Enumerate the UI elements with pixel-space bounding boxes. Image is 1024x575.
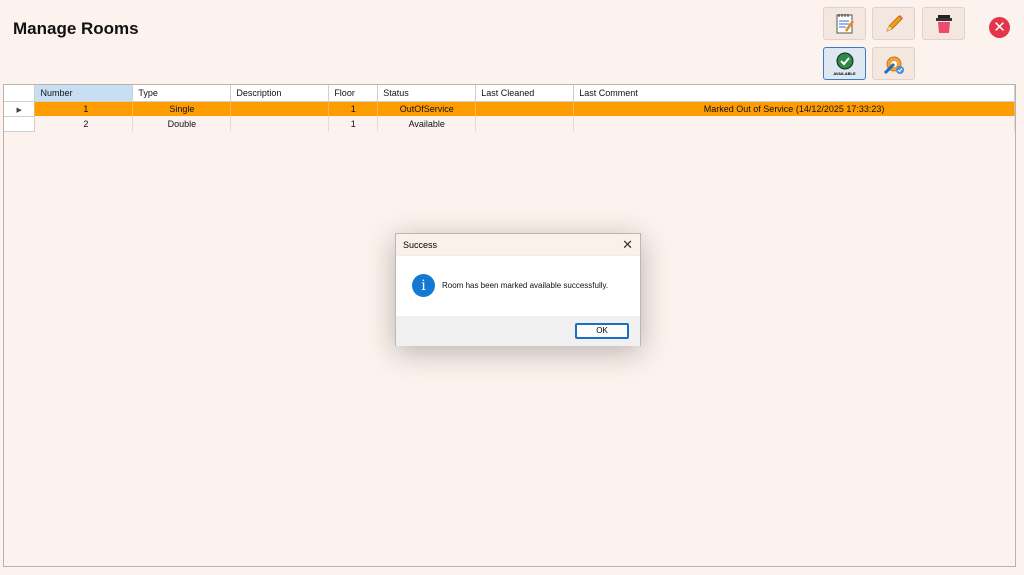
cell-status[interactable]: Available bbox=[377, 116, 477, 131]
dialog-footer: OK bbox=[396, 316, 640, 346]
column-header-number[interactable]: Number bbox=[34, 85, 134, 102]
close-window-button[interactable]: ✕ bbox=[989, 17, 1010, 38]
table-row[interactable]: ▶ 1 Single 1 OutOfService Marked Out of … bbox=[4, 101, 1015, 117]
cell-type[interactable]: Single bbox=[132, 101, 232, 116]
close-icon: ✕ bbox=[622, 237, 633, 252]
cell-floor[interactable]: 1 bbox=[328, 101, 379, 116]
ok-button[interactable]: OK bbox=[575, 323, 629, 339]
check-circle-icon bbox=[836, 52, 853, 69]
trash-icon bbox=[935, 14, 952, 33]
edit-room-button[interactable] bbox=[872, 7, 915, 40]
cell-floor[interactable]: 1 bbox=[328, 116, 379, 131]
dialog-close-button[interactable]: ✕ bbox=[622, 237, 633, 253]
cell-last-cleaned[interactable] bbox=[475, 101, 575, 116]
dialog-title: Success bbox=[403, 240, 438, 250]
cell-last-cleaned[interactable] bbox=[475, 116, 575, 131]
column-header-description[interactable]: Description bbox=[230, 85, 330, 102]
cell-last-comment[interactable]: Marked Out of Service (14/12/2025 17:33:… bbox=[573, 101, 1015, 116]
available-label: AVAILABLE bbox=[833, 70, 856, 76]
cell-number[interactable]: 2 bbox=[34, 116, 134, 131]
column-header-floor[interactable]: Floor bbox=[328, 85, 379, 102]
notepad-icon bbox=[836, 13, 854, 33]
row-header-corner bbox=[4, 85, 36, 102]
dialog-title-bar: Success ✕ bbox=[396, 234, 640, 256]
rooms-table: Number Type Description Floor Status Las… bbox=[4, 85, 1015, 132]
table-row[interactable]: 2 Double 1 Available bbox=[4, 116, 1015, 132]
maintenance-button[interactable] bbox=[872, 47, 915, 80]
wrench-gear-icon bbox=[883, 56, 904, 74]
pencil-icon bbox=[885, 14, 903, 32]
cell-last-comment[interactable] bbox=[573, 116, 1015, 131]
row-header[interactable]: ▶ bbox=[4, 101, 36, 117]
cell-description[interactable] bbox=[230, 101, 330, 116]
close-icon: ✕ bbox=[993, 19, 1006, 36]
page-title: Manage Rooms bbox=[13, 19, 139, 38]
cell-type[interactable]: Double bbox=[132, 116, 232, 131]
column-header-status[interactable]: Status bbox=[377, 85, 477, 102]
column-header-type[interactable]: Type bbox=[132, 85, 232, 102]
current-row-arrow-icon: ▶ bbox=[16, 106, 22, 114]
cell-number[interactable]: 1 bbox=[34, 101, 134, 116]
dialog-message: Room has been marked available successfu… bbox=[442, 281, 609, 290]
dialog-body: i Room has been marked available success… bbox=[396, 256, 640, 316]
column-header-last-comment[interactable]: Last Comment bbox=[573, 85, 1015, 102]
mark-available-button[interactable]: AVAILABLE bbox=[823, 47, 866, 80]
room-list-button[interactable] bbox=[823, 7, 866, 40]
info-icon: i bbox=[412, 274, 435, 297]
column-header-last-cleaned[interactable]: Last Cleaned bbox=[475, 85, 575, 102]
row-header[interactable] bbox=[4, 116, 36, 132]
cell-status[interactable]: OutOfService bbox=[377, 101, 477, 116]
header-row: Number Type Description Floor Status Las… bbox=[4, 85, 1015, 102]
delete-room-button[interactable] bbox=[922, 7, 965, 40]
cell-description[interactable] bbox=[230, 116, 330, 131]
success-dialog: Success ✕ i Room has been marked availab… bbox=[395, 233, 641, 346]
